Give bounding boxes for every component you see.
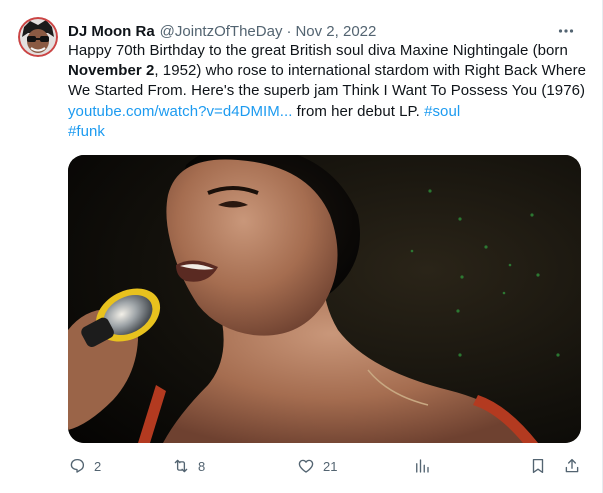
reply-count: 2 [94,458,102,474]
reply-icon [70,458,85,473]
avatar[interactable] [18,17,58,57]
tweet-text-part: Happy 70th Birthday to the great British… [68,42,568,59]
tweet-text-part: from her debut LP. [292,102,425,120]
tweet-text-bold: November 2 [68,62,155,80]
more-options-icon[interactable] [555,22,577,40]
views-icon [416,459,429,473]
like-button[interactable]: 21 [297,455,337,477]
share-icon [565,458,579,473]
reply-button[interactable]: 2 [68,455,101,477]
tweet-date[interactable]: Nov 2, 2022 [295,23,376,40]
tweet-card[interactable]: DJ Moon Ra @JointzOfTheDay · Nov 2, 2022… [0,0,603,493]
retweet-button[interactable]: 8 [172,455,205,477]
action-bar: 2 8 21 [68,455,583,477]
avatar-icon [18,17,58,57]
bookmark-button[interactable] [529,455,547,477]
like-count: 21 [323,458,338,474]
share-button[interactable] [563,455,581,477]
video-thumbnail[interactable] [68,155,581,443]
user-handle[interactable]: @JointzOfTheDay [160,23,283,40]
singer-photo [68,155,581,443]
tweet-header: DJ Moon Ra @JointzOfTheDay · Nov 2, 2022 [68,21,376,41]
views-button[interactable] [413,455,439,477]
header-separator: · [286,22,292,40]
youtube-link[interactable]: youtube.com/watch?v=d4DMIM... [68,103,292,120]
hashtag-soul[interactable]: #soul [424,103,460,120]
retweet-icon [174,459,188,473]
hashtag-funk[interactable]: #funk [68,123,105,140]
retweet-count: 8 [198,458,206,474]
like-icon [298,459,314,473]
bookmark-icon [532,458,544,474]
display-name[interactable]: DJ Moon Ra [68,23,155,40]
tweet-text: Happy 70th Birthday to the great British… [68,41,588,142]
